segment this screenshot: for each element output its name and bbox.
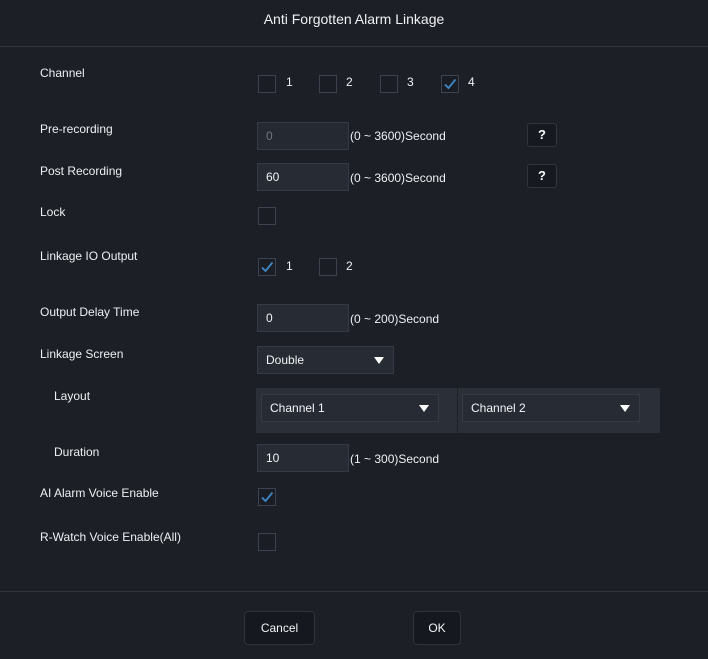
linkage-io-2-label: 2: [346, 259, 353, 273]
pre-recording-input[interactable]: 0: [257, 122, 349, 150]
layout-divider: [457, 388, 458, 433]
layout-channel-select-1[interactable]: Channel 1: [261, 394, 439, 422]
pre-recording-help-button[interactable]: ?: [527, 123, 557, 147]
checkmark-icon: [444, 78, 457, 90]
channel-4-checkbox[interactable]: [441, 75, 459, 93]
ok-button[interactable]: OK: [413, 611, 461, 645]
title-divider: [0, 46, 708, 47]
channel-2-checkbox[interactable]: [319, 75, 337, 93]
channel-2-label: 2: [346, 75, 353, 89]
pre-recording-unit: (0 ~ 3600)Second: [350, 129, 446, 143]
layout-channel-select-2[interactable]: Channel 2: [462, 394, 640, 422]
post-recording-help-button[interactable]: ?: [527, 164, 557, 188]
linkage-io-label: Linkage IO Output: [40, 249, 138, 263]
lock-label: Lock: [40, 205, 66, 219]
duration-label: Duration: [54, 445, 100, 459]
dialog-title: Anti Forgotten Alarm Linkage: [263, 11, 445, 27]
layout-select-2-value: Channel 2: [471, 401, 526, 415]
rwatch-voice-label: R-Watch Voice Enable(All): [40, 530, 181, 544]
ai-voice-label: AI Alarm Voice Enable: [40, 486, 159, 500]
layout-label: Layout: [54, 389, 91, 403]
linkage-screen-select[interactable]: Double: [257, 346, 394, 374]
post-recording-label: Post Recording: [40, 164, 123, 178]
layout-select-1-value: Channel 1: [270, 401, 325, 415]
dropdown-arrow-icon: [374, 357, 384, 364]
channel-3-checkbox[interactable]: [380, 75, 398, 93]
duration-unit: (1 ~ 300)Second: [350, 452, 440, 466]
output-delay-unit: (0 ~ 200)Second: [350, 312, 440, 326]
output-delay-label: Output Delay Time: [40, 305, 140, 319]
cancel-button[interactable]: Cancel: [244, 611, 315, 645]
channel-1-checkbox[interactable]: [258, 75, 276, 93]
lock-checkbox[interactable]: [258, 207, 276, 225]
ai-voice-checkbox[interactable]: [258, 488, 276, 506]
alarm-linkage-dialog: Anti Forgotten Alarm Linkage Channel 1 2…: [0, 0, 708, 659]
rwatch-voice-checkbox[interactable]: [258, 533, 276, 551]
channel-3-label: 3: [407, 75, 414, 89]
checkmark-icon: [261, 261, 274, 273]
pre-recording-label: Pre-recording: [40, 122, 113, 136]
checkmark-icon: [261, 491, 274, 503]
linkage-io-1-checkbox[interactable]: [258, 258, 276, 276]
footer-divider: [0, 591, 708, 592]
duration-input[interactable]: 10: [257, 444, 349, 472]
linkage-io-1-label: 1: [286, 259, 293, 273]
linkage-screen-value: Double: [266, 353, 305, 367]
linkage-io-2-checkbox[interactable]: [319, 258, 337, 276]
channel-label: Channel: [40, 66, 85, 80]
dropdown-arrow-icon: [419, 405, 429, 412]
output-delay-input[interactable]: 0: [257, 304, 349, 332]
channel-4-label: 4: [468, 75, 475, 89]
dropdown-arrow-icon: [620, 405, 630, 412]
linkage-screen-label: Linkage Screen: [40, 347, 124, 361]
post-recording-unit: (0 ~ 3600)Second: [350, 171, 446, 185]
channel-1-label: 1: [286, 75, 293, 89]
post-recording-input[interactable]: 60: [257, 163, 349, 191]
